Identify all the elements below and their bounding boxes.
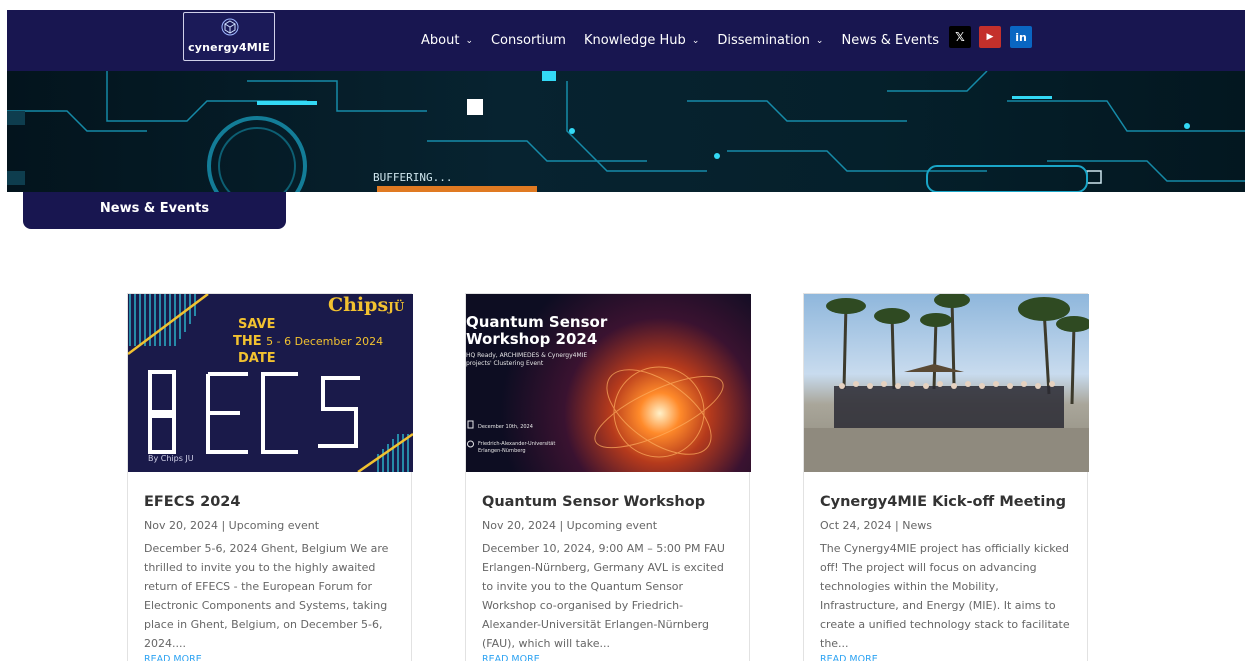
nav-item-consortium[interactable]: Consortium [491,33,566,48]
youtube-icon[interactable]: ▶ [979,26,1001,48]
chevron-down-icon: ⌄ [815,35,824,46]
meta-separator: | [559,519,564,532]
post-body: Cynergy4MIE Kick-off Meeting Oct 24, 202… [820,492,1074,661]
qs-title-line2: Workshop 2024 [466,330,598,348]
post-category[interactable]: Upcoming event [567,519,657,532]
post-card: ChipsJÜ SAVE THE 5 - 6 December 2024 DAT… [127,293,413,661]
post-excerpt: December 10, 2024, 9:00 AM – 5:00 PM FAU… [482,542,725,650]
read-more-link[interactable]: READ MORE [144,653,398,661]
linkedin-icon[interactable]: in [1010,26,1032,48]
youtube-glyph: ▶ [986,32,994,42]
ju-text: JÜ [388,300,405,314]
qs-loc-line1: Friedrich-Alexander-Universität [478,441,556,447]
qs-title-line1: Quantum Sensor [466,313,608,331]
chips-text: Chips [328,294,389,316]
post-title[interactable]: EFECS 2024 [144,492,398,512]
post-meta: Nov 20, 2024 | Upcoming event [144,519,398,533]
site-header: cynergy4MIE About ⌄ Consortium Knowledge… [7,10,1245,71]
post-excerpt: The Cynergy4MIE project has officially k… [820,542,1070,650]
buffering-text: BUFFERING... [373,171,453,184]
by-chips-ju: By Chips JU [148,454,194,463]
nav-item-about[interactable]: About ⌄ [421,33,473,48]
nav-item-dissemination[interactable]: Dissemination ⌄ [717,33,823,48]
qs-sub-line2: projects' Clustering Event [466,360,544,367]
post-meta: Oct 24, 2024 | News [820,519,1074,533]
meta-separator: | [895,519,899,532]
x-twitter-icon[interactable]: 𝕏 [949,26,971,48]
qs-sub-line1: HQ Ready, ARCHIMEDES & Cynergy4MIE [466,352,588,359]
post-category[interactable]: Upcoming event [229,519,319,532]
the-text: THE [233,334,262,349]
post-date: Nov 20, 2024 [482,519,556,532]
logo-text: cynergy4MIE [188,41,270,54]
nav-label: Dissemination [717,33,810,48]
qs-date-line: December 10th, 2024 [478,424,533,430]
save-the-date: SAVE THE 5 - 6 December 2024 DATE [233,316,383,367]
section-title-tab: News & Events [23,192,286,229]
save-text: SAVE [238,317,276,332]
meta-separator: | [221,519,226,532]
post-body: EFECS 2024 Nov 20, 2024 | Upcoming event… [144,492,398,661]
nav-label: About [421,33,460,48]
post-image-group-photo[interactable] [804,294,1089,472]
post-date: Nov 20, 2024 [144,519,218,532]
nav-item-news-events[interactable]: News & Events [841,33,939,48]
date-text: DATE [238,351,276,366]
post-title[interactable]: Quantum Sensor Workshop [482,492,736,512]
post-meta: Nov 20, 2024 | Upcoming event [482,519,736,533]
post-card: Cynergy4MIE Kick-off Meeting Oct 24, 202… [803,293,1089,661]
nav-label: Consortium [490,33,566,48]
post-title[interactable]: Cynergy4MIE Kick-off Meeting [820,492,1074,512]
nav-label: Knowledge Hub [583,33,686,48]
linkedin-glyph: in [1015,30,1027,44]
quantum-image-subtitle: HQ Ready, ARCHIMEDES & Cynergy4MIE proje… [466,352,636,368]
post-body: Quantum Sensor Workshop Nov 20, 2024 | U… [482,492,736,661]
hero-banner: BUFFERING... [7,71,1245,192]
main-nav: About ⌄ Consortium Knowledge Hub ⌄ Disse… [421,10,957,71]
circuit-background-graphic [7,71,1245,192]
x-glyph: 𝕏 [955,30,965,44]
post-card: Quantum Sensor Workshop 2024 HQ Ready, A… [465,293,751,661]
chevron-down-icon: ⌄ [691,35,700,46]
post-image-quantum[interactable]: Quantum Sensor Workshop 2024 HQ Ready, A… [466,294,751,472]
nav-label: News & Events [841,33,940,48]
read-more-link[interactable]: READ MORE [820,653,1074,661]
chevron-down-icon: ⌄ [465,35,473,46]
post-excerpt: December 5-6, 2024 Ghent, Belgium We are… [144,542,389,650]
chips-ju-logo: ChipsJÜ [328,294,404,316]
read-more-link[interactable]: READ MORE [482,653,736,661]
nav-item-knowledge-hub[interactable]: Knowledge Hub ⌄ [584,33,699,48]
quantum-image-title: Quantum Sensor Workshop 2024 [466,314,607,348]
post-date: Oct 24, 2024 [820,519,892,532]
qs-loc-line2: Erlangen-Nürnberg [478,448,526,454]
post-category[interactable]: News [902,519,932,532]
section-title: News & Events [99,201,210,216]
site-logo[interactable]: cynergy4MIE [183,12,275,61]
cube-logo-icon [221,18,239,36]
date-range-text: 5 - 6 December 2024 [266,335,384,348]
post-image-efecs[interactable]: ChipsJÜ SAVE THE 5 - 6 December 2024 DAT… [128,294,413,472]
group-photo-artwork [804,294,1089,472]
quantum-image-details: December 10th, 2024 Friedrich-Alexander-… [478,424,555,455]
